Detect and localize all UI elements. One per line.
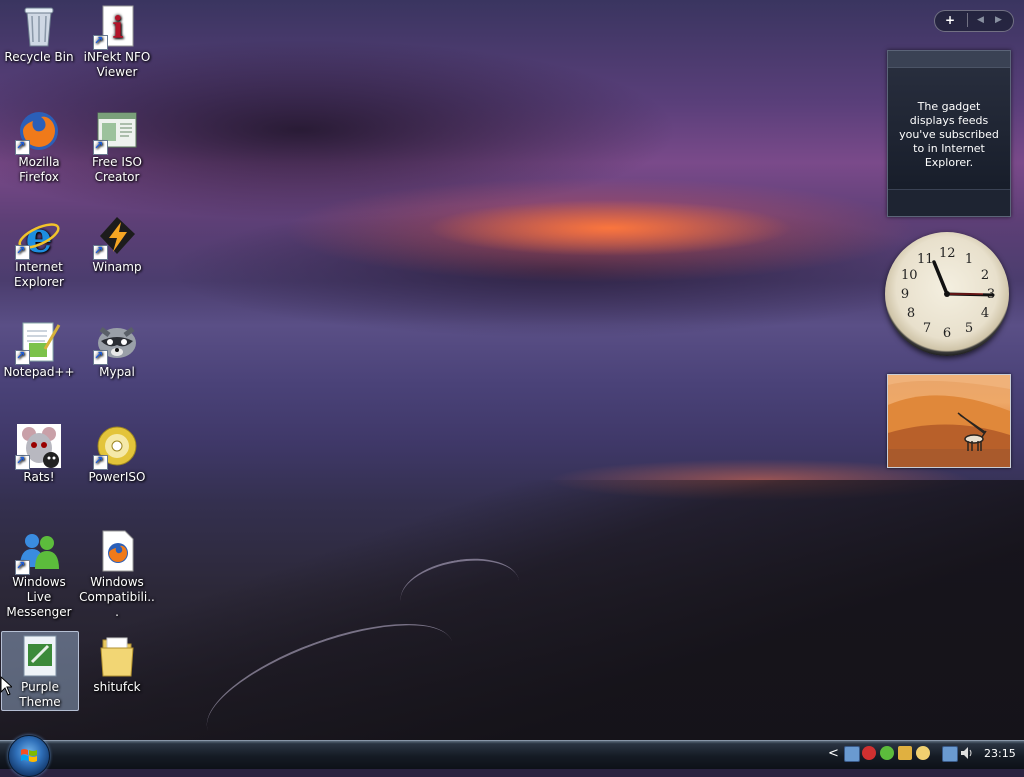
infekt-nfo-viewer-shortcut[interactable]: i iNFekt NFO Viewer <box>79 2 155 80</box>
desktop-icon-label: Mypal <box>99 365 135 379</box>
shortcut-arrow-icon <box>93 348 108 365</box>
feed-gadget-header <box>888 51 1010 68</box>
sidebar-controls: + ◀ ▶ <box>934 10 1014 32</box>
desktop-icon-label: Windows Compatibili... <box>79 575 155 619</box>
winamp-bolt-icon <box>93 214 139 260</box>
rat-icon <box>15 424 61 470</box>
shortcut-arrow-icon <box>93 33 108 50</box>
rats-shortcut[interactable]: Rats! <box>1 422 77 485</box>
shortcut-arrow-icon <box>93 138 108 155</box>
desktop-icon-label: Notepad++ <box>3 365 75 379</box>
mypal-shortcut[interactable]: Mypal <box>79 317 155 380</box>
media-tray-icon[interactable] <box>916 746 930 760</box>
disc-window-icon <box>93 109 139 155</box>
poweriso-shortcut[interactable]: PowerISO <box>79 422 155 485</box>
desktop-icon-label: Mozilla Firefox <box>18 155 60 184</box>
messenger-buddies-icon <box>15 529 61 575</box>
feed-headlines-gadget[interactable]: The gadget displays feeds you've subscri… <box>887 50 1011 217</box>
taskbar-clock[interactable]: 23:15 <box>984 747 1016 760</box>
raccoon-icon <box>93 319 139 365</box>
shortcut-arrow-icon <box>15 243 30 260</box>
mozilla-firefox-shortcut[interactable]: Mozilla Firefox <box>1 107 77 185</box>
notepad-plus-plus-icon <box>15 319 61 365</box>
sidebar-divider <box>967 13 968 27</box>
display-tray-icon[interactable] <box>942 746 958 762</box>
recycle-bin-shortcut[interactable]: Recycle Bin <box>1 2 77 65</box>
shield-tray-icon[interactable] <box>898 746 912 760</box>
clock-gadget[interactable]: 12 1 2 3 4 5 6 7 8 9 10 11 <box>885 232 1009 356</box>
security-alert-tray-icon[interactable] <box>862 746 876 760</box>
show-hidden-icons-button[interactable]: < <box>828 746 839 761</box>
shortcut-arrow-icon <box>93 453 108 470</box>
mouse-cursor-icon <box>0 676 12 696</box>
start-button[interactable] <box>8 735 50 777</box>
desktop-icon-label: Purple Theme <box>19 680 61 709</box>
desktop-icon-label: Free ISO Creator <box>92 155 142 184</box>
folder-icon <box>95 634 139 678</box>
network-tray-icon[interactable] <box>844 746 860 762</box>
previous-gadget-page-button[interactable]: ◀ <box>977 15 984 25</box>
internet-explorer-icon: e <box>15 213 61 262</box>
notepad-plus-plus-shortcut[interactable]: Notepad++ <box>1 317 77 380</box>
windows-compatibility-shortcut[interactable]: Windows Compatibili... <box>79 527 155 620</box>
desktop-icon-label: Winamp <box>92 260 142 274</box>
shortcut-arrow-icon <box>15 138 30 155</box>
slideshow-gadget[interactable] <box>887 374 1011 468</box>
free-iso-creator-shortcut[interactable]: Free ISO Creator <box>79 107 155 185</box>
theme-file-icon <box>18 634 62 678</box>
desktop-icon-label: PowerISO <box>88 470 146 484</box>
add-gadget-button[interactable]: + <box>945 13 955 27</box>
info-document-icon: i <box>93 4 139 50</box>
shortcut-arrow-icon <box>93 243 108 260</box>
recycle-bin-icon <box>17 4 61 48</box>
shortcut-arrow-icon <box>15 453 30 470</box>
feed-gadget-footer <box>888 189 1010 216</box>
desktop-icon-label: Internet Explorer <box>14 260 64 289</box>
internet-explorer-shortcut[interactable]: e Internet Explorer <box>1 212 77 290</box>
gold-disc-icon <box>93 424 139 470</box>
volume-icon[interactable] <box>960 746 974 760</box>
clock-hands-icon <box>932 260 995 297</box>
notification-area: < 23:15 <box>826 741 1024 769</box>
next-gadget-page-button[interactable]: ▶ <box>995 15 1002 25</box>
desktop-icon-label: Windows Live Messenger <box>6 575 72 619</box>
windows-logo-icon <box>21 749 37 762</box>
windows-live-messenger-shortcut[interactable]: Windows Live Messenger <box>1 527 77 620</box>
shortcut-arrow-icon <box>15 558 30 575</box>
desert-photo-image <box>888 375 1010 467</box>
firefox-document-icon <box>95 529 139 573</box>
svg-text:i: i <box>112 11 123 46</box>
taskbar: < 23:15 <box>0 735 1024 777</box>
shitufck-folder[interactable]: shitufck <box>79 632 155 695</box>
purple-theme-shortcut[interactable]: Purple Theme <box>1 631 79 711</box>
feed-gadget-message: The gadget displays feeds you've subscri… <box>899 100 999 169</box>
firefox-icon <box>15 109 61 155</box>
shortcut-arrow-icon <box>15 348 30 365</box>
desktop-icon-label: Recycle Bin <box>4 50 74 64</box>
desktop-icon-label: shitufck <box>93 680 141 694</box>
desktop-icon-label: Rats! <box>23 470 55 484</box>
desktop-icon-label: iNFekt NFO Viewer <box>83 50 151 79</box>
winamp-shortcut[interactable]: Winamp <box>79 212 155 275</box>
messenger-tray-icon[interactable] <box>880 746 894 760</box>
